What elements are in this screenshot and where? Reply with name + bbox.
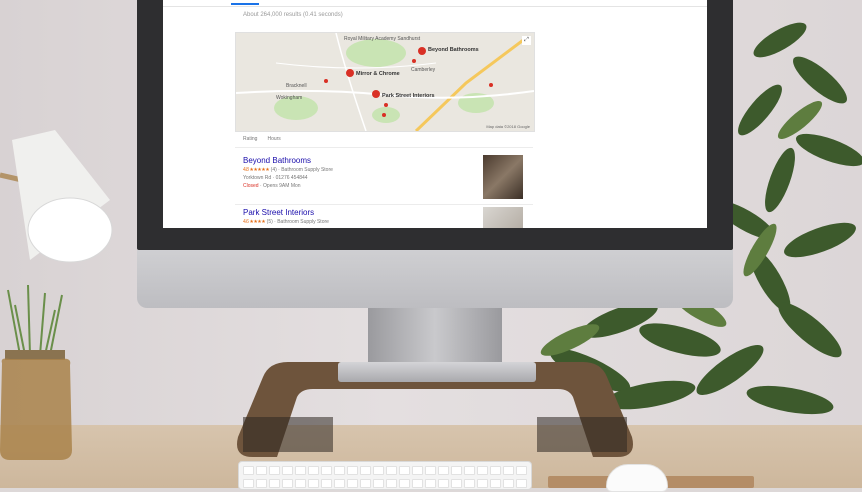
keyboard-key <box>295 466 306 475</box>
keyboard-key <box>399 478 410 488</box>
active-tab-indicator <box>231 3 259 5</box>
map-graphic <box>236 33 534 131</box>
keyboard-key <box>386 478 397 488</box>
keyboard-key <box>347 466 358 475</box>
listing-rating: 4.6 ★★★★ (5) · Bathroom Supply Store <box>243 219 523 225</box>
listing-category: (5) · Bathroom Supply Store <box>266 219 329 225</box>
map-attribution: Map data ©2018 Google <box>486 124 530 129</box>
keyboard-key <box>464 478 475 488</box>
map-label: Park Street Interiors <box>382 93 435 99</box>
map-label: Wokingham <box>276 95 303 101</box>
keyboard-key <box>360 466 371 475</box>
keyboard-key <box>451 466 462 475</box>
keyboard-key <box>516 478 527 488</box>
keyboard-key <box>321 466 332 475</box>
keyboard-key <box>516 466 527 475</box>
star-rating: 4.6 ★★★★ <box>243 219 266 225</box>
monitor-stand-foot <box>338 362 536 382</box>
keyboard-key <box>438 466 449 475</box>
keyboard-key <box>282 466 293 475</box>
keyboard-key <box>308 478 319 488</box>
keyboard-key <box>243 466 254 475</box>
divider <box>235 147 533 148</box>
filter-rating[interactable]: Rating <box>243 136 257 142</box>
keyboard-key <box>360 478 371 488</box>
monitor-screen: About 264,000 results (0.41 seconds) Roy… <box>163 0 707 228</box>
map-label: Royal Military Academy Sandhurst <box>344 36 421 42</box>
keyboard-key <box>269 466 280 475</box>
keyboard-key <box>425 478 436 488</box>
keyboard-key <box>412 466 423 475</box>
listing-name[interactable]: Park Street Interiors <box>243 208 523 217</box>
keyboard-key <box>295 478 306 488</box>
keyboard-key <box>269 478 280 488</box>
keyboard-key <box>256 478 267 488</box>
keyboard-key <box>451 478 462 488</box>
keyboard-key <box>503 466 514 475</box>
listing-hours: Closed · Opens 9AM Mon <box>243 183 523 189</box>
map-label: Camberley <box>411 67 436 73</box>
listing-photo[interactable] <box>483 207 523 228</box>
keyboard-key <box>477 466 488 475</box>
keyboard-key <box>256 466 267 475</box>
listing-item[interactable]: Beyond Bathrooms 4.8 ★★★★★ (4) · Bathroo… <box>243 156 523 189</box>
plant-jar-image <box>0 285 72 460</box>
opening-hours: · Opens 9AM Mon <box>259 183 301 189</box>
keyboard-key <box>425 466 436 475</box>
keyboard-key <box>334 466 345 475</box>
keyboard-key <box>282 478 293 488</box>
keyboard-key <box>386 466 397 475</box>
keyboard-key <box>373 478 384 488</box>
map-label: Mirror & Chrome <box>356 71 400 77</box>
divider <box>235 204 533 205</box>
keyboard-key <box>438 478 449 488</box>
keyboard-key <box>490 478 501 488</box>
keyboard-key <box>464 466 475 475</box>
header-divider <box>163 6 707 7</box>
keyboard-key <box>490 466 501 475</box>
map-label: Beyond Bathrooms <box>428 47 479 53</box>
keyboard-key <box>243 478 254 488</box>
keyboard-key <box>321 478 332 488</box>
keyboard-key <box>347 478 358 488</box>
listing-category: (4) · Bathroom Supply Store <box>270 167 333 173</box>
keyboard-key <box>373 466 384 475</box>
result-stats: About 264,000 results (0.41 seconds) <box>243 12 343 18</box>
keyboard-image <box>238 461 532 490</box>
listing-address: Yorktown Rd · 01276 454844 <box>243 175 308 181</box>
keyboard-key <box>334 478 345 488</box>
listing-rating: 4.8 ★★★★★ (4) · Bathroom Supply Store <box>243 167 523 173</box>
keyboard-key <box>308 466 319 475</box>
map-label: Bracknell <box>286 83 307 89</box>
listing-item[interactable]: Park Street Interiors 4.6 ★★★★ (5) · Bat… <box>243 208 523 225</box>
keyboard-key <box>412 478 423 488</box>
filter-bar: Rating Hours <box>243 136 281 142</box>
listing-name[interactable]: Beyond Bathrooms <box>243 156 523 165</box>
desk-lamp-image <box>0 130 113 263</box>
star-rating: 4.8 ★★★★★ <box>243 167 270 173</box>
keyboard-key <box>477 478 488 488</box>
keyboard-key <box>503 478 514 488</box>
listing-photo[interactable] <box>483 155 523 199</box>
closed-status: Closed <box>243 183 259 189</box>
filter-hours[interactable]: Hours <box>267 136 280 142</box>
local-map[interactable]: Royal Military Academy Sandhurst Beyond … <box>235 32 535 132</box>
keyboard-key <box>399 466 410 475</box>
expand-icon[interactable]: ⤢ <box>522 36 531 45</box>
monitor-chin <box>137 250 733 308</box>
